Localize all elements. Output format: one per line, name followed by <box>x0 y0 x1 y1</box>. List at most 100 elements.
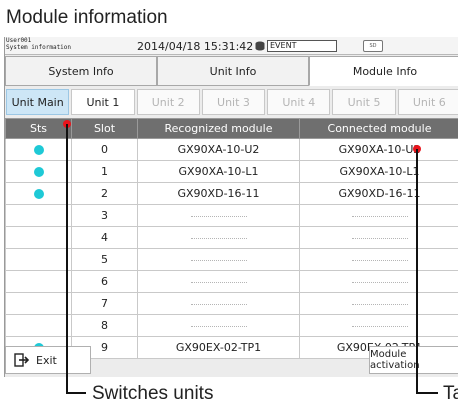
empty-placeholder <box>351 281 408 283</box>
table-row: 8 <box>5 314 458 337</box>
status-cell <box>5 314 72 337</box>
status-cell <box>5 160 72 183</box>
slot-cell: 8 <box>71 314 138 337</box>
status-cell <box>5 270 72 293</box>
empty-placeholder <box>351 325 408 327</box>
empty-placeholder <box>351 215 408 217</box>
connected-module-cell: GX90XA-10-U2 <box>299 138 458 161</box>
table-header-row: Sts Slot Recognized module Connected mod… <box>5 118 458 139</box>
datetime: 2014/04/18 15:31:42 <box>137 40 254 53</box>
slot-cell: 3 <box>71 204 138 227</box>
empty-placeholder <box>190 215 247 217</box>
connected-module-cell: GX90XA-10-L1 <box>299 160 458 183</box>
slot-cell: 4 <box>71 226 138 249</box>
callout-truncated-label: Ta <box>443 383 458 404</box>
tab-system-info[interactable]: System Info <box>5 56 157 86</box>
empty-placeholder <box>351 237 408 239</box>
table-row: 5 <box>5 248 458 271</box>
empty-placeholder <box>190 259 247 261</box>
status-cell <box>5 182 72 205</box>
recognized-module-cell <box>137 314 300 337</box>
user-info: User001 System information <box>6 37 71 51</box>
unit-selector: Unit Main Unit 1 Unit 2 Unit 3 Unit 4 Un… <box>5 89 458 115</box>
recognized-module-cell <box>137 270 300 293</box>
connected-module-cell <box>299 226 458 249</box>
status-cell <box>5 226 72 249</box>
header-recognized: Recognized module <box>137 118 300 139</box>
recognized-module-cell <box>137 226 300 249</box>
slot-cell: 2 <box>71 182 138 205</box>
screen-name: System information <box>6 44 72 51</box>
recognized-module-cell <box>137 204 300 227</box>
table-row: 0 GX90XA-10-U2 GX90XA-10-U2 <box>5 138 458 161</box>
callout-line-units <box>66 124 68 394</box>
unit-5-button: Unit 5 <box>332 89 396 115</box>
tab-module-info[interactable]: Module Info <box>309 56 458 86</box>
status-dot-icon <box>33 145 44 155</box>
header-slot: Slot <box>71 118 138 139</box>
table-row: 2 GX90XD-16-11 GX90XD-16-11 <box>5 182 458 205</box>
unit-6-button: Unit 6 <box>397 89 458 115</box>
unit-3-button: Unit 3 <box>201 89 266 115</box>
callout-units-label: Switches units <box>92 383 214 404</box>
info-tabs: System Info Unit Info Module Info <box>5 56 458 86</box>
empty-placeholder <box>351 303 408 305</box>
exit-arrow-icon <box>14 353 30 367</box>
status-dot-icon <box>33 167 44 177</box>
empty-placeholder <box>190 303 247 305</box>
sd-card-icon: SD <box>363 40 383 52</box>
slot-cell: 6 <box>71 270 138 293</box>
database-icon <box>255 41 265 51</box>
connected-module-cell: GX90XD-16-11 <box>299 182 458 205</box>
recognized-module-cell: GX90EX-02-TP1 <box>137 336 300 359</box>
slot-cell: 1 <box>71 160 138 183</box>
table-row: 6 <box>5 270 458 293</box>
user-name: User001 <box>6 37 32 44</box>
unit-main-button[interactable]: Unit Main <box>6 89 70 115</box>
connected-module-cell <box>299 314 458 337</box>
header-sts: Sts <box>5 118 72 139</box>
table-body: 0 GX90XA-10-U2 GX90XA-10-U2 1 GX90XA-10-L1 GX… <box>5 138 458 359</box>
device-screen: User001 System information 2014/04/18 15… <box>4 37 458 377</box>
connected-module-cell <box>299 270 458 293</box>
recognized-module-cell: GX90XA-10-L1 <box>137 160 300 183</box>
status-cell <box>5 204 72 227</box>
table-row: 7 <box>5 292 458 315</box>
module-activation-button[interactable]: Module activation <box>369 346 458 374</box>
header-connected: Connected module <box>299 118 458 139</box>
status-bar: User001 System information 2014/04/18 15… <box>5 37 458 55</box>
empty-placeholder <box>190 237 247 239</box>
recognized-module-cell: GX90XD-16-11 <box>137 182 300 205</box>
callout-line-units-h <box>66 392 86 394</box>
module-table: Sts Slot Recognized module Connected mod… <box>5 118 458 359</box>
event-indicator[interactable]: EVENT <box>267 40 337 52</box>
unit-1-button[interactable]: Unit 1 <box>71 89 135 115</box>
callout-line-connected <box>416 149 418 394</box>
unit-4-button: Unit 4 <box>267 89 331 115</box>
recognized-module-cell <box>137 292 300 315</box>
empty-placeholder <box>190 281 247 283</box>
status-cell <box>5 138 72 161</box>
slot-cell: 7 <box>71 292 138 315</box>
status-cell <box>5 248 72 271</box>
tab-unit-info[interactable]: Unit Info <box>157 56 309 86</box>
table-row: 3 <box>5 204 458 227</box>
empty-placeholder <box>351 259 408 261</box>
slot-cell: 0 <box>71 138 138 161</box>
table-row: 1 GX90XA-10-L1 GX90XA-10-L1 <box>5 160 458 183</box>
status-dot-icon <box>33 189 44 199</box>
recognized-module-cell: GX90XA-10-U2 <box>137 138 300 161</box>
connected-module-cell <box>299 248 458 271</box>
status-cell <box>5 292 72 315</box>
connected-module-cell <box>299 204 458 227</box>
recognized-module-cell <box>137 248 300 271</box>
exit-label: Exit <box>36 353 57 367</box>
page-title: Module information <box>6 7 168 28</box>
empty-placeholder <box>190 325 247 327</box>
slot-cell: 5 <box>71 248 138 271</box>
exit-button[interactable]: Exit <box>5 346 91 374</box>
table-row: 4 <box>5 226 458 249</box>
connected-module-cell <box>299 292 458 315</box>
unit-2-button: Unit 2 <box>136 89 200 115</box>
callout-line-connected-h <box>416 392 438 394</box>
